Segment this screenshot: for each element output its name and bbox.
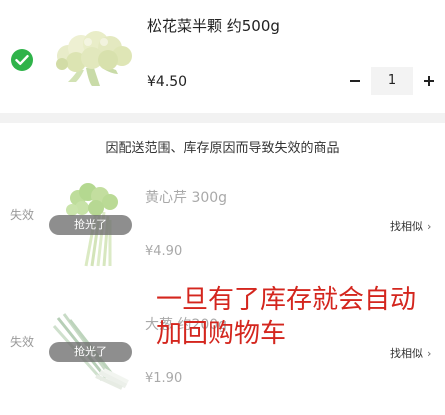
- product-title[interactable]: 松花菜半颗 约500g: [147, 15, 280, 36]
- minus-icon: [350, 80, 360, 82]
- product-price: ¥1.90: [145, 371, 183, 386]
- annotation-line-1: 一旦有了库存就会自动: [156, 285, 417, 315]
- find-similar-label: 找相似: [390, 220, 423, 233]
- chevron-right-icon: ›: [427, 220, 432, 233]
- cauliflower-image[interactable]: [48, 28, 134, 88]
- quantity-input[interactable]: 1: [371, 67, 413, 95]
- increase-quantity-button[interactable]: [420, 67, 438, 95]
- invalid-status-label: 失效: [10, 208, 35, 222]
- sold-out-badge: 抢光了: [49, 342, 132, 362]
- cart-item-card: 松花菜半颗 约500g ¥4.50 1: [0, 0, 445, 113]
- sold-out-badge: 抢光了: [49, 215, 132, 235]
- annotation-line-2: 加回购物车: [156, 319, 287, 349]
- checkbox-checked-icon[interactable]: [11, 49, 33, 71]
- invalid-status-label: 失效: [10, 335, 35, 349]
- decrease-quantity-button[interactable]: [346, 67, 364, 95]
- annotation-text: 一旦有了库存就会自动 加回购物车: [156, 283, 445, 351]
- find-similar-button[interactable]: 找相似 ›: [390, 218, 431, 234]
- product-price: ¥4.50: [147, 74, 188, 90]
- product-title: 黄心芹 300g: [145, 190, 228, 206]
- product-price: ¥4.90: [145, 244, 183, 259]
- invalid-item: 失效 抢光了 黄心芹 300g ¥4.90 找相似 ›: [0, 170, 445, 290]
- invalid-section-header: 因配送范围、库存原因而导致失效的商品: [105, 141, 340, 156]
